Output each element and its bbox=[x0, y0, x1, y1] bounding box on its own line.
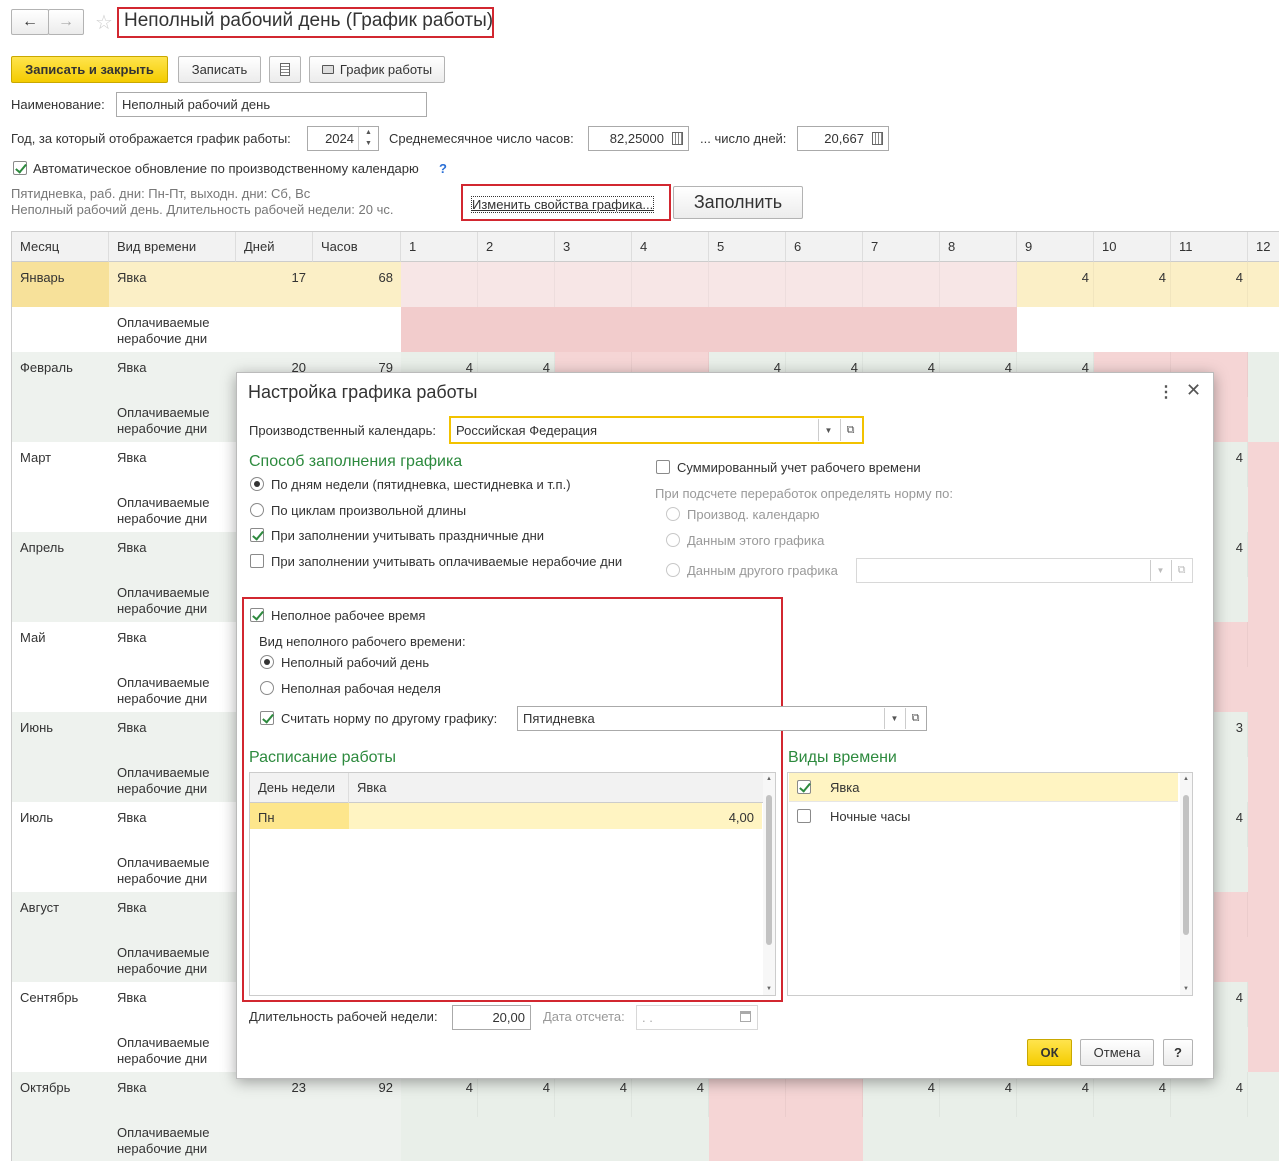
week-length-label: Длительность рабочей недели: bbox=[249, 1009, 438, 1024]
day-subcell[interactable] bbox=[709, 1117, 786, 1161]
day-value: 4 bbox=[1158, 1080, 1166, 1095]
day-subcell[interactable] bbox=[863, 1117, 940, 1161]
week-length-value: 20,00 bbox=[492, 1010, 525, 1025]
day-value: 4 bbox=[465, 1080, 473, 1095]
day-value: 4 bbox=[1004, 1080, 1012, 1095]
time-type-item[interactable]: Ночные часы bbox=[789, 802, 1178, 829]
paid-nonwork-label: Оплачиваемые нерабочие дни bbox=[117, 1125, 210, 1156]
time-type-checkbox[interactable] bbox=[797, 780, 811, 794]
paid-nonwork-label: Оплачиваемые нерабочие дни bbox=[117, 945, 210, 976]
day-subcell[interactable] bbox=[1248, 1117, 1279, 1161]
day-cell[interactable] bbox=[1248, 892, 1279, 937]
day-value: 4 bbox=[1081, 1080, 1089, 1095]
month-hours: 92 bbox=[378, 1080, 393, 1095]
paid-nonwork-label: Оплачиваемые нерабочие дни bbox=[117, 855, 210, 886]
month-name: Сентябрь bbox=[20, 990, 79, 1005]
time-kind: Явка bbox=[117, 900, 147, 915]
day-subcell[interactable] bbox=[940, 1117, 1017, 1161]
ref-date-label: Дата отсчета: bbox=[543, 1009, 625, 1024]
paid-nonwork-label: Оплачиваемые нерабочие дни bbox=[117, 1035, 210, 1066]
month-days: 23 bbox=[291, 1080, 306, 1095]
day-value: 4 bbox=[542, 1080, 550, 1095]
day-cell[interactable] bbox=[1248, 982, 1279, 1027]
week-length-field[interactable]: 20,00 bbox=[452, 1005, 531, 1030]
day-subcell[interactable] bbox=[1171, 1117, 1248, 1161]
day-value: 4 bbox=[927, 1080, 935, 1095]
help-button[interactable]: ? bbox=[1163, 1039, 1193, 1066]
day-value: 4 bbox=[696, 1080, 704, 1095]
day-subcell[interactable] bbox=[555, 1117, 632, 1161]
calendar-picker-icon[interactable] bbox=[740, 1011, 751, 1022]
time-kind: Явка bbox=[117, 990, 147, 1005]
day-subcell[interactable] bbox=[632, 1117, 709, 1161]
day-cell[interactable] bbox=[1248, 1072, 1279, 1117]
day-value: 4 bbox=[1235, 1080, 1243, 1095]
day-subcell[interactable] bbox=[1094, 1117, 1171, 1161]
day-subcell[interactable] bbox=[478, 1117, 555, 1161]
time-type-checkbox[interactable] bbox=[797, 809, 811, 823]
time-kind: Явка bbox=[117, 1080, 147, 1095]
month-name: Август bbox=[20, 900, 60, 915]
day-subcell[interactable] bbox=[786, 1117, 863, 1161]
ok-button[interactable]: ОК bbox=[1027, 1039, 1072, 1066]
day-subcell[interactable] bbox=[1017, 1117, 1094, 1161]
day-subcell[interactable] bbox=[1248, 847, 1279, 892]
day-subcell[interactable] bbox=[1248, 937, 1279, 982]
ref-date-value: . . bbox=[642, 1010, 653, 1025]
cancel-button[interactable]: Отмена bbox=[1080, 1039, 1154, 1066]
time-type-label: Явка bbox=[830, 780, 860, 795]
day-subcell[interactable] bbox=[1248, 1027, 1279, 1072]
day-value: 4 bbox=[619, 1080, 627, 1095]
day-subcell[interactable] bbox=[401, 1117, 478, 1161]
month-name: Октябрь bbox=[20, 1080, 71, 1095]
time-type-label: Ночные часы bbox=[830, 809, 911, 824]
time-type-item[interactable]: Явка bbox=[789, 773, 1178, 802]
